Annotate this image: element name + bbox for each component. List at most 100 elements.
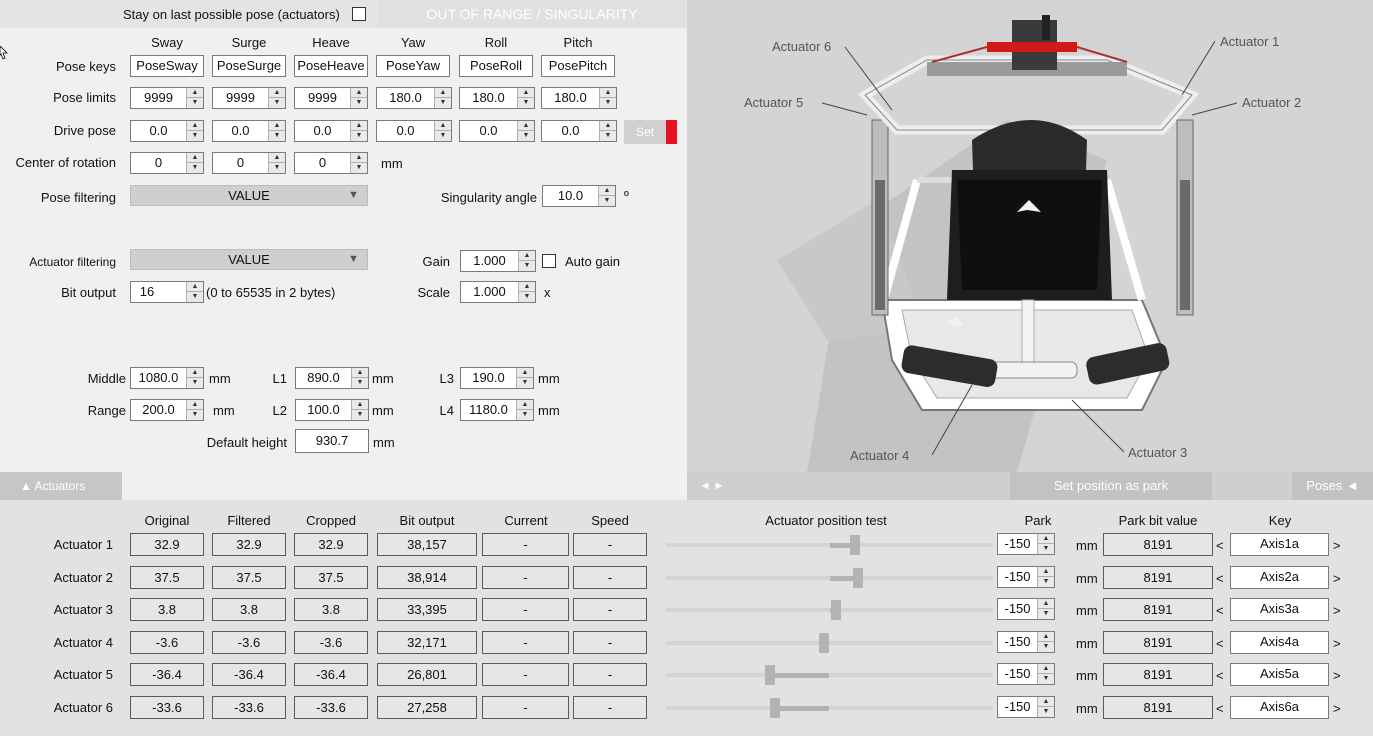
- center-of-rotation-heave[interactable]: 0 ▲ ▼: [294, 152, 368, 174]
- spinner-arrows-icon[interactable]: ▲ ▼: [434, 88, 451, 108]
- park-input[interactable]: -150 ▲ ▼: [997, 663, 1055, 685]
- drive-pose-heave[interactable]: 0.0 ▲ ▼: [294, 120, 368, 142]
- l1-input[interactable]: 890.0 ▲ ▼: [295, 367, 369, 389]
- set-drive-pose-button[interactable]: Set: [624, 120, 666, 144]
- park-input[interactable]: -150 ▲ ▼: [997, 565, 1055, 588]
- key-prev-arrow-icon[interactable]: <: [1216, 668, 1224, 684]
- spinner-arrows-icon[interactable]: ▲ ▼: [517, 121, 534, 141]
- park-input[interactable]: -150 ▲ ▼: [997, 630, 1055, 653]
- spinner-arrows-icon[interactable]: ▲ ▼: [599, 121, 616, 141]
- position-test-track[interactable]: [666, 640, 993, 645]
- position-test-track[interactable]: [666, 673, 993, 677]
- pose-limit-yaw[interactable]: 180.0 ▲ ▼: [376, 87, 452, 109]
- spinner-arrows-icon[interactable]: ▲ ▼: [517, 88, 534, 108]
- pose-key-surge[interactable]: PoseSurge: [212, 55, 286, 77]
- key-prev-arrow-icon[interactable]: <: [1216, 701, 1224, 717]
- key-prev-arrow-icon[interactable]: <: [1216, 636, 1224, 652]
- spinner-arrows-icon[interactable]: ▲ ▼: [268, 121, 285, 141]
- pose-key-heave[interactable]: PoseHeave: [294, 55, 368, 77]
- actuator-key-input[interactable]: Axis6a: [1230, 695, 1329, 719]
- actuator-key-input[interactable]: Axis3a: [1230, 598, 1329, 621]
- stay-on-last-pose-checkbox[interactable]: [352, 7, 366, 21]
- pose-key-pitch[interactable]: PosePitch: [541, 55, 615, 77]
- spinner-arrows-icon[interactable]: ▲ ▼: [268, 88, 285, 108]
- center-of-rotation-surge[interactable]: 0 ▲ ▼: [212, 152, 286, 174]
- spinner-arrows-icon[interactable]: ▲ ▼: [351, 368, 368, 388]
- auto-gain-checkbox[interactable]: [542, 254, 556, 268]
- spinner-arrows-icon[interactable]: ▲ ▼: [518, 251, 535, 271]
- spinner-arrows-icon[interactable]: ▲ ▼: [599, 88, 616, 108]
- park-input[interactable]: -150 ▲ ▼: [997, 598, 1055, 620]
- spinner-arrows-icon[interactable]: ▲ ▼: [186, 282, 203, 302]
- spinner-arrows-icon[interactable]: ▲ ▼: [268, 153, 285, 173]
- pose-key-roll[interactable]: PoseRoll: [459, 55, 533, 77]
- key-prev-arrow-icon[interactable]: <: [1216, 603, 1224, 619]
- gain-input[interactable]: 1.000 ▲ ▼: [460, 250, 536, 272]
- drive-pose-yaw[interactable]: 0.0 ▲ ▼: [376, 120, 452, 142]
- spinner-arrows-icon[interactable]: ▲ ▼: [1037, 566, 1054, 587]
- drive-pose-surge[interactable]: 0.0 ▲ ▼: [212, 120, 286, 142]
- actuator-key-input[interactable]: Axis2a: [1230, 565, 1329, 589]
- position-test-thumb[interactable]: [853, 567, 864, 588]
- l3-input[interactable]: 190.0 ▲ ▼: [460, 367, 534, 389]
- middle-input[interactable]: 1080.0 ▲ ▼: [130, 367, 204, 389]
- spinner-arrows-icon[interactable]: ▲ ▼: [186, 400, 203, 420]
- spinner-arrows-icon[interactable]: ▲ ▼: [516, 368, 533, 388]
- spinner-arrows-icon[interactable]: ▲ ▼: [186, 88, 203, 108]
- key-next-arrow-icon[interactable]: >: [1333, 571, 1341, 587]
- spinner-arrows-icon[interactable]: ▲ ▼: [186, 368, 203, 388]
- actuators-tab[interactable]: ▲ Actuators: [0, 472, 122, 500]
- center-of-rotation-sway[interactable]: 0 ▲ ▼: [130, 152, 204, 174]
- spinner-arrows-icon[interactable]: ▲ ▼: [350, 121, 367, 141]
- spinner-arrows-icon[interactable]: ▲ ▼: [516, 400, 533, 420]
- platform-3d-viewer[interactable]: Actuator 6 Actuator 5 Actuator 1 Actuato…: [687, 0, 1373, 472]
- poses-tab[interactable]: Poses ◄: [1292, 472, 1373, 500]
- range-input[interactable]: 200.0 ▲ ▼: [130, 399, 204, 421]
- park-input[interactable]: -150 ▲ ▼: [997, 533, 1055, 555]
- viewer-nav-arrows[interactable]: ◄ ►: [687, 472, 737, 500]
- drive-pose-pitch[interactable]: 0.0 ▲ ▼: [541, 120, 617, 142]
- key-next-arrow-icon[interactable]: >: [1333, 701, 1341, 717]
- scale-input[interactable]: 1.000 ▲ ▼: [460, 281, 536, 303]
- key-prev-arrow-icon[interactable]: <: [1216, 571, 1224, 587]
- pose-limit-sway[interactable]: 9999 ▲ ▼: [130, 87, 204, 109]
- position-test-thumb[interactable]: [830, 600, 841, 620]
- spinner-arrows-icon[interactable]: ▲ ▼: [350, 153, 367, 173]
- set-position-as-park-button[interactable]: Set position as park: [1010, 472, 1212, 500]
- pose-key-yaw[interactable]: PoseYaw: [376, 55, 450, 77]
- key-next-arrow-icon[interactable]: >: [1333, 636, 1341, 652]
- spinner-arrows-icon[interactable]: ▲ ▼: [434, 121, 451, 141]
- pose-limit-heave[interactable]: 9999 ▲ ▼: [294, 87, 368, 109]
- pose-key-sway[interactable]: PoseSway: [130, 55, 204, 77]
- l4-input[interactable]: 1180.0 ▲ ▼: [460, 399, 534, 421]
- spinner-arrows-icon[interactable]: ▲ ▼: [1037, 599, 1054, 619]
- drive-pose-roll[interactable]: 0.0 ▲ ▼: [459, 120, 535, 142]
- pose-limit-surge[interactable]: 9999 ▲ ▼: [212, 87, 286, 109]
- key-next-arrow-icon[interactable]: >: [1333, 668, 1341, 684]
- actuator-filtering-select[interactable]: VALUE ▼: [130, 249, 368, 270]
- pose-limit-roll[interactable]: 180.0 ▲ ▼: [459, 87, 535, 109]
- l2-input[interactable]: 100.0 ▲ ▼: [295, 399, 369, 421]
- position-test-thumb[interactable]: [850, 535, 860, 555]
- position-test-thumb[interactable]: [764, 665, 775, 685]
- bit-output-input[interactable]: 16 ▲ ▼: [130, 281, 204, 303]
- spinner-arrows-icon[interactable]: ▲ ▼: [518, 282, 535, 302]
- pose-limit-pitch[interactable]: 180.0 ▲ ▼: [541, 87, 617, 109]
- actuator-key-input[interactable]: Axis5a: [1230, 663, 1329, 686]
- spinner-arrows-icon[interactable]: ▲ ▼: [351, 400, 368, 420]
- pose-filtering-select[interactable]: VALUE ▼: [130, 185, 368, 206]
- spinner-arrows-icon[interactable]: ▲ ▼: [598, 186, 615, 206]
- spinner-arrows-icon[interactable]: ▲ ▼: [1037, 631, 1054, 652]
- park-input[interactable]: -150 ▲ ▼: [997, 695, 1055, 718]
- spinner-arrows-icon[interactable]: ▲ ▼: [1037, 696, 1054, 717]
- key-prev-arrow-icon[interactable]: <: [1216, 538, 1224, 554]
- spinner-arrows-icon[interactable]: ▲ ▼: [186, 121, 203, 141]
- key-next-arrow-icon[interactable]: >: [1333, 603, 1341, 619]
- drive-pose-sway[interactable]: 0.0 ▲ ▼: [130, 120, 204, 142]
- singularity-angle-input[interactable]: 10.0 ▲ ▼: [542, 185, 616, 207]
- actuator-key-input[interactable]: Axis1a: [1230, 533, 1329, 556]
- spinner-arrows-icon[interactable]: ▲ ▼: [1037, 664, 1054, 684]
- spinner-arrows-icon[interactable]: ▲ ▼: [350, 88, 367, 108]
- actuator-key-input[interactable]: Axis4a: [1230, 630, 1329, 654]
- spinner-arrows-icon[interactable]: ▲ ▼: [1037, 534, 1054, 554]
